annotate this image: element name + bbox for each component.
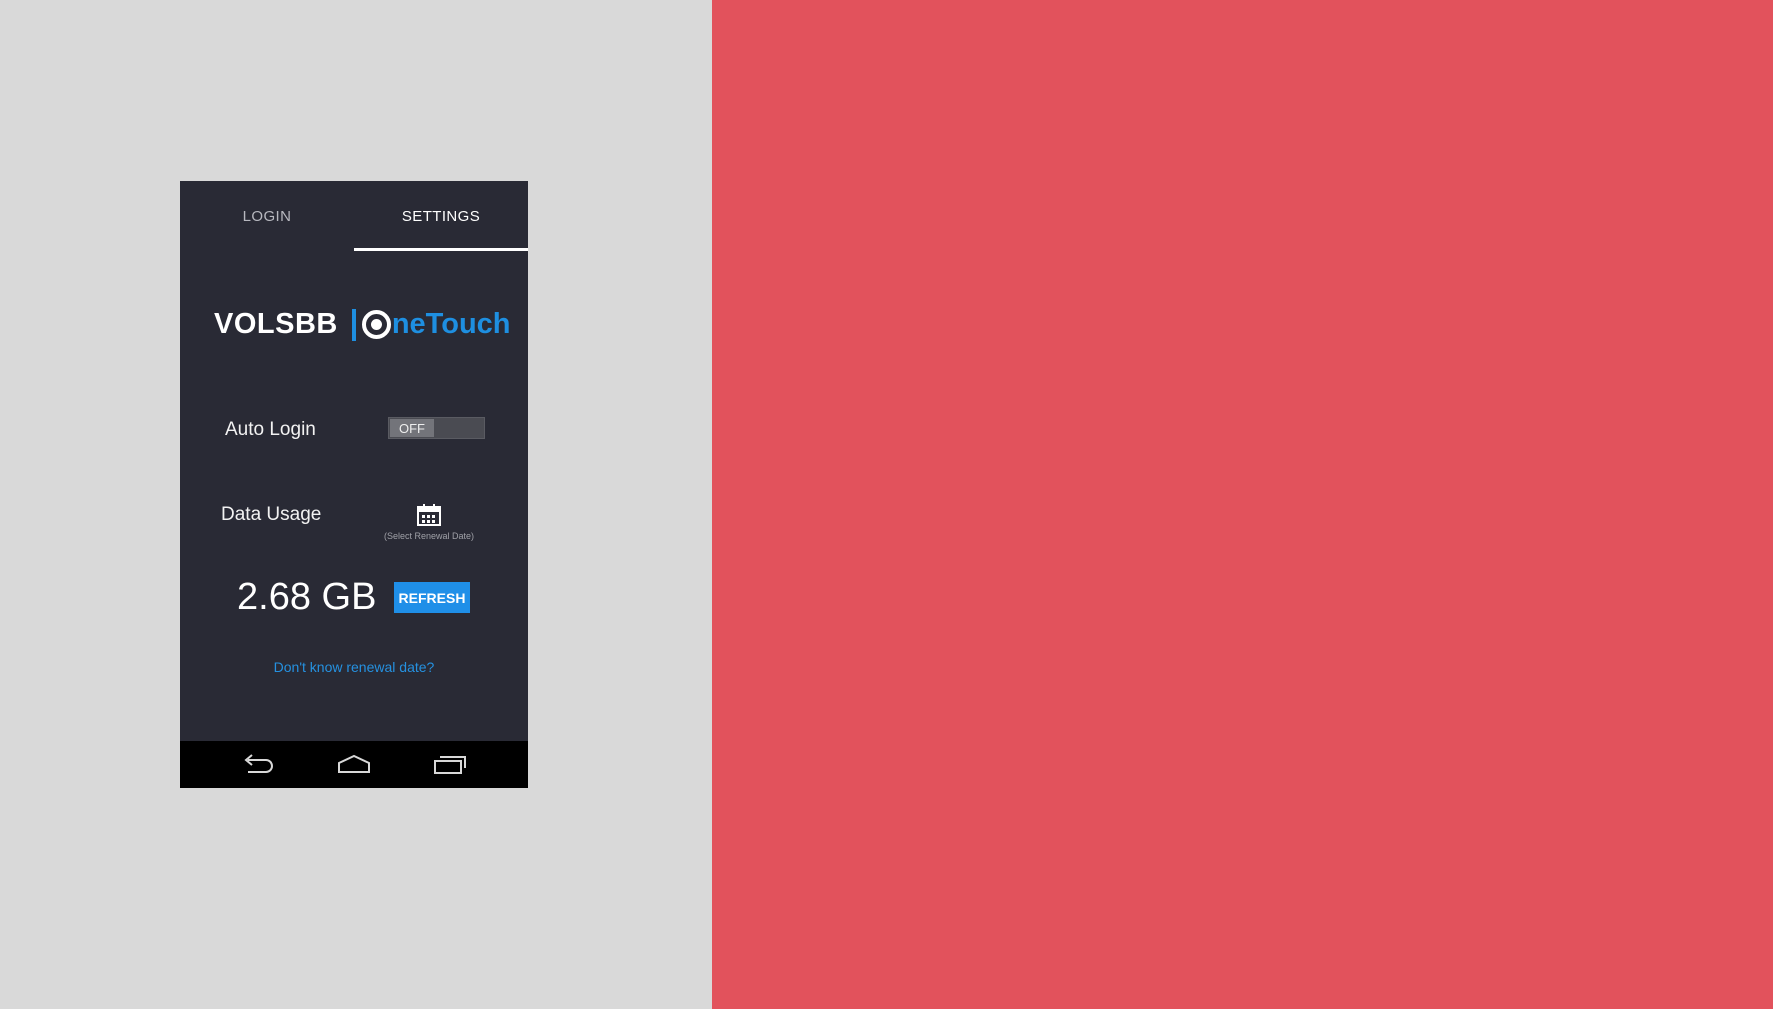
data-usage-value: 2.68 GB [237, 576, 377, 618]
calendar-caption: (Select Renewal Date) [383, 531, 475, 541]
toggle-state-label: OFF [390, 419, 434, 437]
home-icon[interactable] [334, 751, 374, 777]
tab-login[interactable]: LOGIN [180, 181, 354, 251]
renewal-date-link[interactable]: Don't know renewal date? [180, 659, 528, 675]
data-usage-label: Data Usage [221, 504, 322, 525]
android-nav-bar [180, 741, 528, 788]
refresh-button[interactable]: REFRESH [394, 582, 470, 613]
left-pane: LOGIN SETTINGS VOLSBB neTouch Auto Login… [0, 0, 712, 1009]
logo-onetouch-text: neTouch [391, 308, 511, 340]
stage: LOGIN SETTINGS VOLSBB neTouch Auto Login… [0, 0, 1773, 1009]
logo-volsbb-text: VOLSBB [214, 308, 338, 340]
app-logo: VOLSBB neTouch [214, 308, 511, 341]
back-icon[interactable] [238, 751, 278, 777]
recent-apps-icon[interactable] [430, 751, 470, 777]
logo-o-ring-icon [361, 310, 391, 339]
auto-login-toggle[interactable]: OFF [388, 417, 485, 439]
logo-divider [351, 308, 356, 341]
calendar-icon[interactable] [416, 503, 442, 527]
tab-settings[interactable]: SETTINGS [354, 181, 528, 251]
auto-login-label: Auto Login [225, 419, 316, 440]
phone-screen: LOGIN SETTINGS VOLSBB neTouch Auto Login… [180, 181, 528, 788]
tab-bar: LOGIN SETTINGS [180, 181, 528, 251]
right-pane [712, 0, 1773, 1009]
